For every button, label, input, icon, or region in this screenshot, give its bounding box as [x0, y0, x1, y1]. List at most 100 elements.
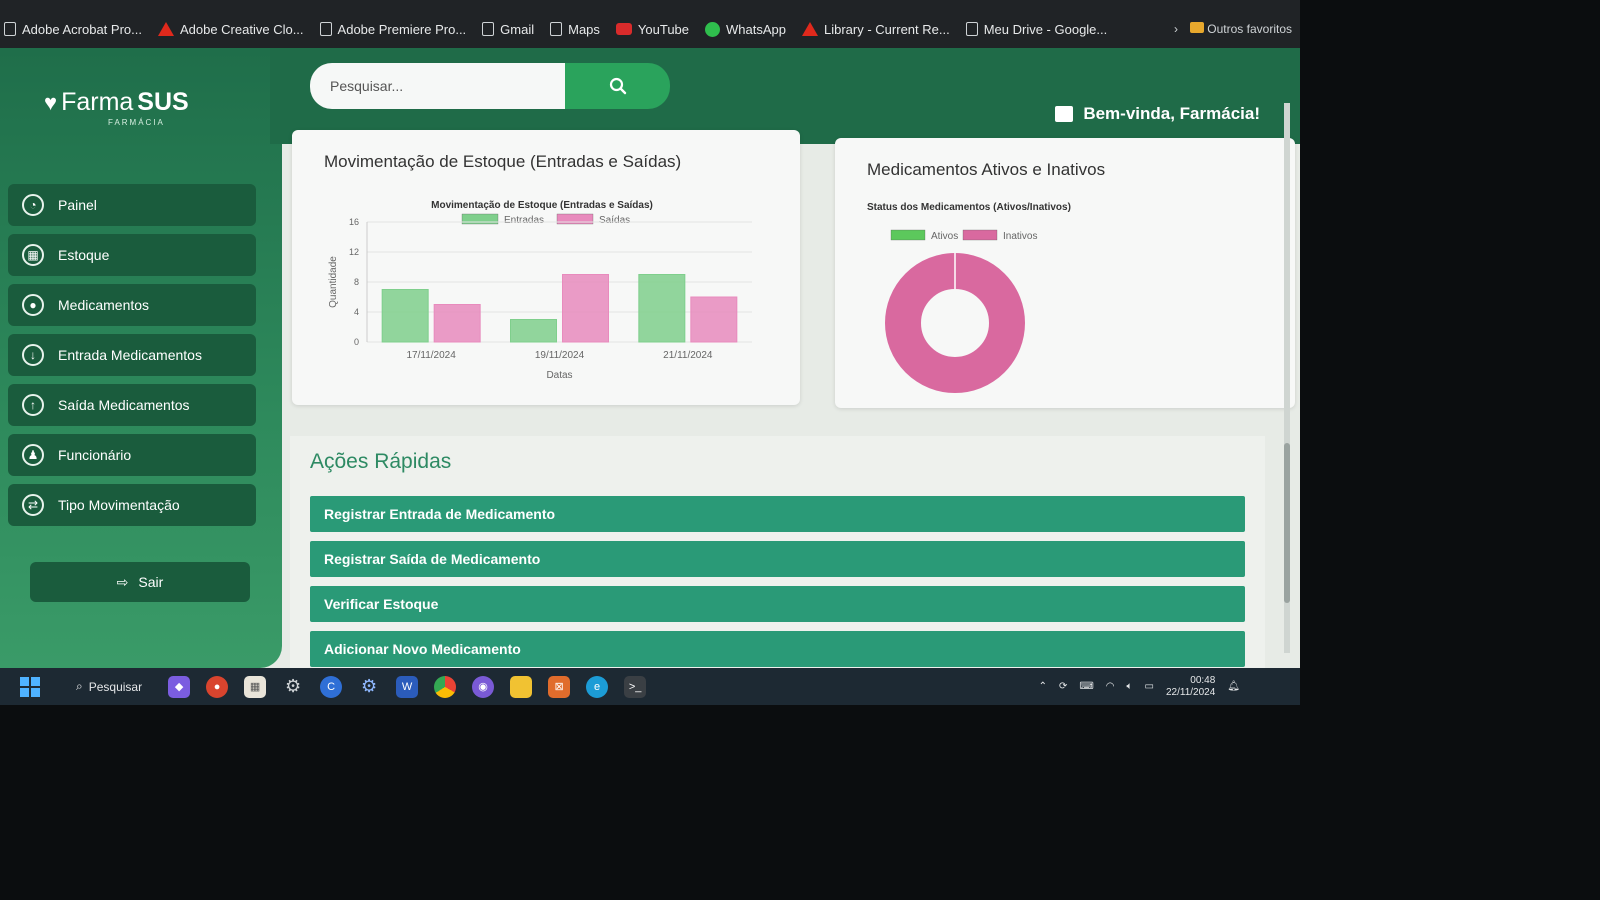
browser-app-icon[interactable]: C — [320, 675, 343, 698]
sidebar-item-4[interactable]: ↑ Saída Medicamentos — [8, 384, 256, 426]
sync-icon[interactable]: ⟳ — [1059, 681, 1067, 692]
sidebar-item-label: Medicamentos — [58, 297, 150, 313]
legend-label-0: Ativos — [931, 231, 958, 242]
store-app-icon[interactable]: ▦ — [244, 675, 267, 698]
file-explorer-icon[interactable] — [510, 675, 533, 698]
sidebar-item-5[interactable]: ♟ Funcionário — [8, 434, 256, 476]
gear-app-icon[interactable]: ⚙ — [358, 676, 380, 698]
search-icon — [609, 77, 626, 95]
bookmark-label: Library - Current Re... — [824, 21, 950, 37]
clock[interactable]: 00:48 22/11/2024 — [1166, 675, 1215, 699]
farmasus-app: ♥ Farma SUS FARMÁCIA ◔ Painel ▦ Estoque ● Medi… — [0, 48, 1300, 668]
sidebar-item-0[interactable]: ◔ Painel — [8, 184, 256, 226]
legend-label-1: Inativos — [1003, 231, 1037, 242]
word-icon[interactable]: W — [396, 675, 419, 698]
bookmark-1[interactable]: Adobe Creative Clo... — [157, 21, 304, 37]
chevron-up-icon[interactable]: ⌃ — [1039, 681, 1047, 692]
keyboard-icon[interactable]: ⌨ — [1079, 681, 1093, 692]
bookmark-0[interactable]: Adobe Acrobat Pro... — [4, 22, 142, 37]
chrome-icon[interactable] — [434, 675, 457, 698]
chevron-right-icon[interactable]: › — [1174, 22, 1178, 36]
volume-icon[interactable]: 🔈︎ — [1127, 681, 1133, 692]
y-tick-label: 16 — [349, 217, 359, 227]
bookmark-label: Adobe Creative Clo... — [179, 21, 304, 37]
file-icon — [482, 22, 495, 36]
page-scrollbar[interactable] — [1284, 103, 1290, 653]
xampp-icon[interactable]: ⊠ — [548, 675, 571, 698]
whatsapp-icon — [705, 21, 721, 37]
quick-actions-section: Ações Rápidas Registrar Entrada de Medic… — [290, 436, 1265, 668]
clock-time: 00:48 — [1190, 674, 1216, 686]
sidebar-item-2[interactable]: ● Medicamentos — [8, 284, 256, 326]
other-favorites[interactable]: Outros favoritos — [1189, 22, 1292, 36]
users-icon: ♟ — [22, 444, 44, 466]
bookmark-4[interactable]: Maps — [550, 22, 600, 37]
check-stock-button[interactable]: Verificar Estoque — [310, 586, 1245, 622]
bookmark-7[interactable]: Library - Current Re... — [802, 22, 950, 37]
register-exit-button[interactable]: Registrar Saída de Medicamento — [310, 541, 1245, 577]
bookmark-label: Adobe Premiere Pro... — [337, 21, 467, 37]
logo-text: Farma — [61, 88, 134, 116]
adobe-icon — [157, 22, 174, 36]
sidebar-item-6[interactable]: ⇄ Tipo Movimentação — [8, 484, 256, 526]
sidebar-item-3[interactable]: ↓ Entrada Medicamentos — [8, 334, 256, 376]
search-icon: ⌕ — [76, 679, 83, 693]
boxes-icon: ▦ — [22, 244, 44, 266]
taskbar-search[interactable]: ⌕ Pesquisar — [76, 679, 142, 694]
welcome-text: Bem-vinda, Farmácia! — [1083, 104, 1260, 123]
search-button[interactable] — [565, 63, 670, 109]
logout-button[interactable]: ⇨ Sair — [30, 562, 250, 602]
y-tick-label: 12 — [349, 247, 359, 257]
medication-status-card: Medicamentos Ativos e Inativos Status do… — [835, 138, 1295, 408]
bookmark-8[interactable]: Meu Drive - Google... — [965, 21, 1108, 37]
bookmark-label: Meu Drive - Google... — [983, 21, 1108, 37]
bar-entradas-0 — [381, 289, 429, 343]
copilot-icon[interactable]: ◆ — [168, 675, 191, 698]
bookmark-label: Adobe Acrobat Pro... — [22, 21, 142, 37]
sidebar-item-label: Estoque — [58, 247, 110, 263]
bookmark-5[interactable]: YouTube — [615, 21, 690, 37]
github-icon[interactable]: ◉ — [472, 675, 495, 698]
file-icon — [319, 22, 332, 36]
taskbar-search-label: Pesquisar — [88, 679, 143, 694]
x-axis-label: Datas — [546, 370, 572, 381]
pills-icon: ● — [22, 294, 44, 316]
legend-swatch-0 — [890, 229, 926, 241]
bar-saídas-1 — [562, 274, 609, 343]
logo-subtitle: FARMÁCIA — [108, 118, 165, 127]
add-medication-button[interactable]: Adicionar Novo Medicamento — [310, 631, 1245, 667]
powerpoint-icon[interactable]: ● — [206, 675, 229, 698]
logo: ♥ Farma SUS — [44, 88, 189, 117]
sidebar-item-1[interactable]: ▦ Estoque — [8, 234, 256, 276]
legend-label-0: Entradas — [504, 215, 544, 226]
x-tick-label: 21/11/2024 — [663, 350, 713, 361]
heart-logo-icon: ♥ — [44, 89, 58, 115]
bookmark-2[interactable]: Adobe Premiere Pro... — [319, 21, 467, 37]
y-tick-label: 8 — [354, 277, 359, 287]
bookmarks-bar: Adobe Acrobat Pro... Adobe Creative Clo..… — [0, 0, 1300, 48]
settings-icon[interactable]: ⚙ — [282, 676, 304, 698]
edge-icon[interactable]: e — [586, 675, 609, 698]
bookmark-6[interactable]: WhatsApp — [705, 21, 786, 37]
file-icon — [4, 22, 16, 36]
terminal-icon[interactable]: >_ — [624, 675, 647, 698]
battery-icon[interactable]: ▭ — [1145, 681, 1154, 692]
x-tick-label: 17/11/2024 — [407, 350, 457, 361]
scrollbar-thumb[interactable] — [1284, 443, 1290, 603]
windows-start-icon[interactable] — [20, 676, 40, 697]
y-tick-label: 4 — [354, 307, 359, 317]
search-input[interactable] — [310, 63, 565, 109]
logo-text-bold: SUS — [137, 88, 189, 116]
notifications-icon[interactable]: 🔔︎ — [1227, 681, 1240, 692]
register-entry-button[interactable]: Registrar Entrada de Medicamento — [310, 496, 1245, 532]
arrow-up-circle-icon: ↑ — [22, 394, 44, 416]
quick-actions-title: Ações Rápidas — [310, 450, 452, 473]
wifi-icon[interactable]: ◠ — [1106, 681, 1115, 692]
bookmark-3[interactable]: Gmail — [482, 22, 534, 37]
folder-icon — [1189, 22, 1204, 33]
sidebar-item-label: Funcionário — [58, 447, 132, 463]
youtube-icon — [615, 23, 632, 35]
welcome-message: Bem-vinda, Farmácia! — [1055, 104, 1260, 124]
y-axis-label: Quantidade — [328, 256, 339, 308]
bookmark-label: YouTube — [637, 21, 690, 37]
